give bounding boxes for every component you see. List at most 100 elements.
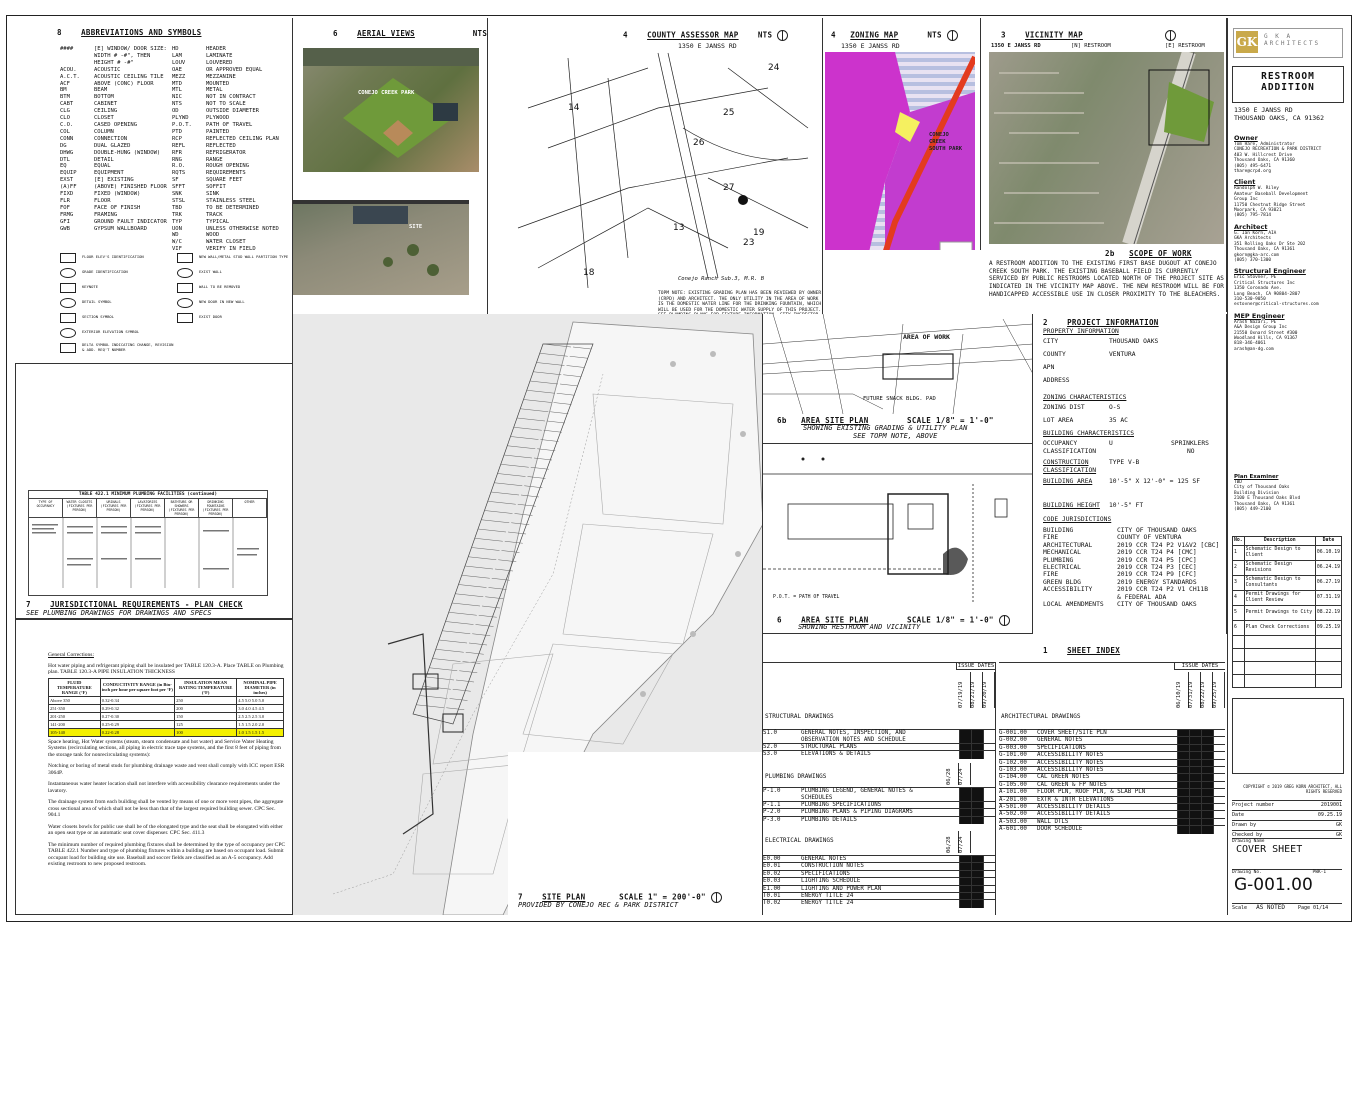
- abbrev-row: EQUIP EQUIPMENT: [60, 170, 170, 177]
- abbrev-row: RNG RANGE: [172, 157, 292, 164]
- revision-cell: Schematic Design Revisions: [1243, 559, 1316, 576]
- symbol-row: WALL TO BE REMOVED: [177, 280, 292, 295]
- plumbing-table-title: TABLE 422.1 MINIMUM PLUMBING FACILITIES …: [78, 492, 218, 497]
- code-row: & FEDERAL ADA: [1043, 594, 1226, 601]
- issue-mark: [971, 730, 983, 744]
- corrections-heading: General Corrections:: [48, 652, 94, 658]
- existing-dugout: [787, 503, 894, 540]
- abbrev-row: A.C.T. ACOUSTIC CEILING TILE: [60, 74, 170, 81]
- abbrev-row: DG DUAL GLAZED: [60, 143, 170, 150]
- abbrev-meaning: [E] WINDOW/ DOOR SIZE:: [94, 46, 167, 52]
- corrections-p2: Space heating, Hot Water systems (steam,…: [48, 738, 281, 758]
- sheet-number: S3.0: [763, 751, 777, 758]
- insulation-cell: 0.22-0.28: [99, 727, 176, 737]
- abbrev-meaning: EQUIPMENT: [94, 170, 124, 177]
- abbrev-row: CLO CLOSET: [60, 115, 170, 122]
- insulation-cell: 4.5 5.0 5.0 5.0: [236, 695, 284, 705]
- field-label: Date: [1232, 812, 1245, 818]
- assessor-caption: Conejo Ranch Sub.3, M.R. B: [678, 276, 765, 282]
- abbrev-code: LOUV: [172, 59, 186, 66]
- insulation-cell: 1.0 1.5 1.5 1.5: [236, 727, 284, 737]
- contact-heading: Owner: [1234, 134, 1258, 142]
- abbrev-row: RQTS REQUIREMENTS: [172, 170, 292, 177]
- issue-mark: [983, 900, 995, 908]
- insulation-col-header: INSULATION MEAN RATING TEMPERATURE (°F): [174, 677, 238, 697]
- dugout-roof: [353, 206, 408, 224]
- abbrev-meaning: TRACK: [206, 211, 223, 218]
- north-arrow-icon: [946, 30, 958, 41]
- abbrev-code: (A)FF: [60, 184, 77, 191]
- abbrev-code: RNG: [172, 156, 182, 163]
- abbrev-meaning: BEAM: [94, 87, 108, 94]
- symbol-row: SECTION SYMBOL: [60, 310, 175, 325]
- project-info-panel: 2 PROJECT INFORMATION PROPERTY INFORMATI…: [1033, 314, 1227, 634]
- index-row: S1.0 GENERAL NOTES, INSPECTION, AND OBSER…: [763, 729, 995, 744]
- abbrev-code: [60, 60, 94, 67]
- corrections-panel: General Corrections: Hot water piping an…: [15, 619, 293, 915]
- assessor-scale: NTS: [757, 30, 773, 40]
- abbrev-meaning: SOFFIT: [206, 184, 226, 191]
- parcel-number: 24: [768, 63, 780, 73]
- aerial-park-label: CONEJO CREEK PARK: [358, 90, 415, 96]
- abbrev-code: SNK: [172, 191, 182, 198]
- zoning-char-heading: ZONING CHARACTERISTICS: [1043, 394, 1127, 401]
- abbrev-meaning: LOUVERED: [206, 59, 233, 66]
- issue-mark: [1189, 826, 1201, 834]
- issue-mark: [959, 816, 971, 825]
- abbrev-row: EXST [E] EXISTING: [60, 177, 170, 184]
- field-value: GK: [1335, 822, 1342, 828]
- abbrev-code: MEZZ: [172, 73, 186, 80]
- symbol-icon: [60, 282, 76, 293]
- abbrev-row: TBD TO BE DETERMINED: [172, 205, 292, 212]
- vicinity-map-panel: 3 VICINITY MAP 1350 E JANSS RD [N] RESTR…: [981, 18, 1227, 250]
- abbrev-row: MTL METAL: [172, 87, 292, 94]
- abbrev-row: RFR REFRIGERATOR: [172, 150, 292, 157]
- insulation-cell: 0.32-0.34: [99, 695, 176, 705]
- code-standard: CITY OF THOUSAND OAKS: [1117, 601, 1197, 609]
- restroom-fixture: [907, 503, 934, 530]
- site-plan-panel: 7 SITE PLAN SCALE 1" = 200'-0" PROVIDED …: [293, 314, 763, 915]
- vicinity-title: VICINITY MAP: [1025, 30, 1083, 40]
- site-plan-blank: [508, 752, 762, 915]
- county-label: COUNTY: [1043, 351, 1066, 358]
- plumbing-table-body: [32, 518, 259, 588]
- plumbing-col-header: BATHTUBS OR SHOWERS (FIXTURES PER PERSON…: [165, 499, 199, 517]
- firm-name: G K A ARCHITECTS: [1264, 33, 1321, 47]
- plumbing-col-header: DRINKING FOUNTAINS (FIXTURES PER PERSON): [199, 499, 233, 517]
- abbrev-code: CLG: [60, 108, 70, 115]
- abbrev-code: SFFT: [172, 184, 186, 191]
- abbrev-meaning: DOUBLE-HUNG (WINDOW): [94, 149, 161, 156]
- abbrev-meaning: RANGE: [206, 156, 223, 163]
- sprinklers-label: SPRINKLERS: [1171, 440, 1209, 447]
- abbrev-row: #### [E] WINDOW/ DOOR SIZE:: [60, 46, 170, 53]
- index-row: T0.02 ENERGY TITLE 24: [763, 899, 995, 908]
- freeway-divider: [1133, 52, 1195, 244]
- abbrev-code: FOF: [60, 204, 70, 211]
- abbrev-meaning: CASED OPENING: [94, 121, 138, 128]
- abbrev-code: STSL: [172, 197, 186, 204]
- aerial-photo-site: SITE: [293, 200, 469, 295]
- plumbing-col-header: URINALS (FIXTURES PER PERSON): [97, 499, 131, 517]
- project-box: RESTROOM ADDITION: [1232, 66, 1344, 103]
- title-block: GK G K A ARCHITECTS RESTROOM ADDITION 13…: [1227, 18, 1345, 915]
- vicinity-map-image: [989, 52, 1224, 244]
- north-arrow-icon: [777, 30, 789, 41]
- jurisdictional-panel: TABLE 422.1 MINIMUM PLUMBING FACILITIES …: [15, 363, 293, 619]
- issue-date: 09/20/19: [982, 672, 995, 708]
- insulation-cell: 251-350: [48, 703, 101, 713]
- abbrev-meaning: SQUARE FEET: [206, 177, 243, 184]
- code-row: LOCAL AMENDMENTS CITY OF THOUSAND OAKS: [1043, 601, 1226, 609]
- abbrev-meaning: GYPSUM WALLBOARD: [94, 225, 147, 232]
- abbrev-code: TYP: [172, 218, 182, 225]
- lot-area-value: 35 AC: [1109, 417, 1128, 424]
- revision-cell: Schematic Design to Consultants: [1243, 574, 1316, 591]
- abbrev-row: DTL DETAIL: [60, 157, 170, 164]
- abbrev-code: BM: [60, 87, 67, 94]
- symbol-label: EXTERIOR ELEVATION SYMBOL: [82, 329, 140, 335]
- abbrev-meaning: WOOD: [206, 232, 220, 239]
- vicinity-address: 1350 E JANSS RD: [991, 43, 1041, 49]
- zoning-map-image: CONEJO CREEK SOUTH PARK: [825, 52, 975, 250]
- plumbing-col-header: TYPE OF OCCUPANCY: [29, 499, 63, 517]
- abbrev-meaning: OR APPROVED EQUAL: [206, 66, 263, 73]
- freeway: [1122, 52, 1196, 244]
